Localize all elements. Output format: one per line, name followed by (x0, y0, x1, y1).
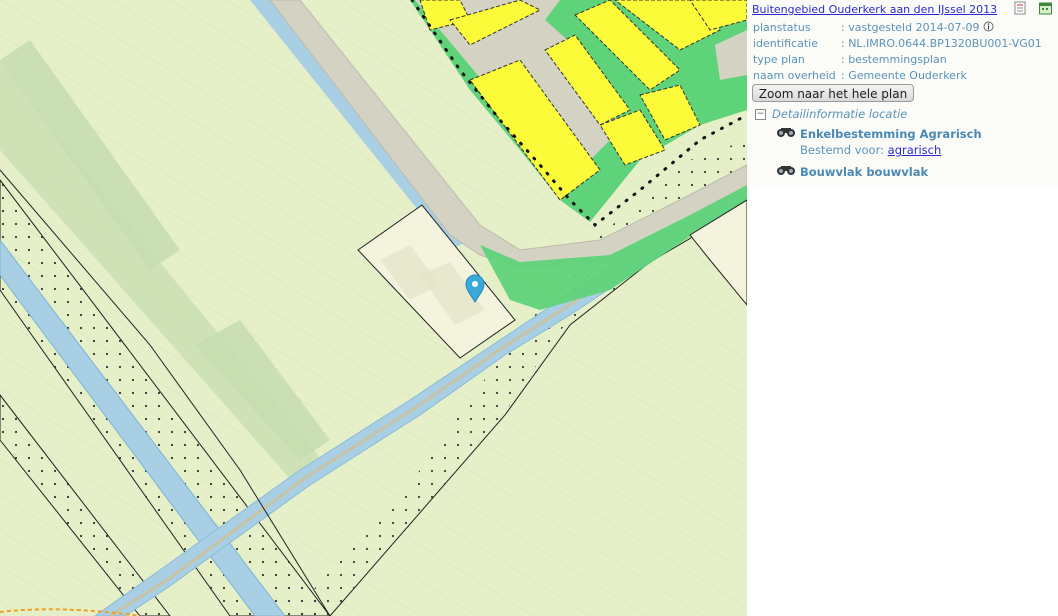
bestemd-voor-row: Bestemd voor: agrarisch (800, 143, 941, 157)
binoculars-icon[interactable] (776, 126, 796, 138)
field-identificatie: identificatie : NL.IMRO.0644.BP1320BU001-… (753, 37, 1042, 50)
field-label: type plan (753, 53, 805, 66)
calendar-icon[interactable] (1039, 1, 1052, 15)
binoculars-icon[interactable] (776, 164, 796, 176)
info-icon[interactable] (983, 21, 994, 32)
bouwvlak-item[interactable]: Bouwvlak bouwvlak (800, 165, 928, 179)
field-value: : bestemmingsplan (841, 53, 947, 66)
field-label: naam overheid (753, 69, 836, 82)
bestemd-voor-label: Bestemd voor: (800, 143, 884, 157)
field-label: identificatie (753, 37, 819, 50)
document-icon[interactable] (1014, 1, 1027, 15)
plan-title-link[interactable]: Buitengebied Ouderkerk aan den IJssel 20… (752, 3, 997, 16)
info-panel: Buitengebied Ouderkerk aan den IJssel 20… (747, 0, 1058, 185)
detail-info-heading[interactable]: Detailinformatie locatie (772, 107, 907, 121)
zoom-to-plan-button[interactable]: Zoom naar het hele plan (752, 84, 914, 102)
field-type-plan: type plan : bestemmingsplan (753, 53, 947, 66)
agrarisch-link[interactable]: agrarisch (888, 143, 942, 157)
field-naam-overheid: naam overheid : Gemeente Ouderkerk (753, 69, 967, 82)
field-value: : Gemeente Ouderkerk (841, 69, 967, 82)
field-value: : vastgesteld 2014-07-09 (841, 21, 980, 34)
enkelbestemming-agrarisch-item[interactable]: Enkelbestemming Agrarisch (800, 127, 982, 141)
field-label: planstatus (753, 21, 811, 34)
field-planstatus: planstatus : vastgesteld 2014-07-09 (753, 21, 994, 34)
field-value: : NL.IMRO.0644.BP1320BU001-VG01 (841, 37, 1042, 50)
collapse-toggle-icon[interactable]: − (755, 109, 766, 120)
map-canvas[interactable] (0, 0, 747, 616)
